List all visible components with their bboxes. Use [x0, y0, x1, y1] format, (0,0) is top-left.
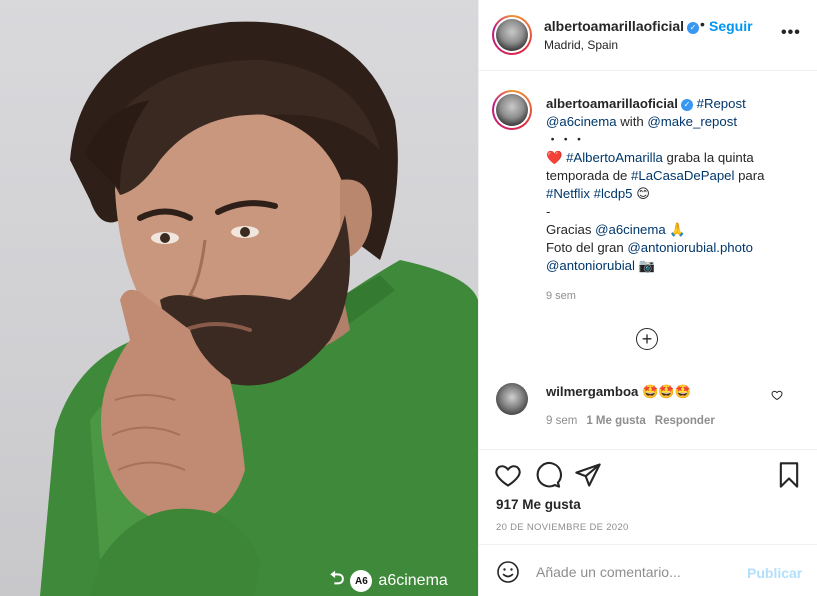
paper-plane-icon[interactable] — [574, 461, 602, 489]
hashtag-lacasadepapel[interactable]: #LaCasaDePapel — [631, 168, 734, 183]
mention-a6cinema[interactable]: @a6cinema — [546, 114, 617, 129]
hashtag-netflix[interactable]: #Netflix — [546, 186, 590, 201]
likes-count[interactable]: 917 Me gusta — [496, 497, 581, 512]
mention-antoniorubial-photo[interactable]: @antoniorubial.photo — [627, 240, 753, 255]
avatar-image — [496, 94, 528, 126]
hashtag-lcdp5[interactable]: #lcdp5 — [594, 186, 633, 201]
more-options-icon[interactable]: ••• — [781, 24, 801, 42]
caption-avatar[interactable] — [492, 90, 532, 130]
verified-badge-icon: ✓ — [687, 22, 700, 34]
photo-credit-text: Foto del gran — [546, 240, 628, 255]
mention-make-repost[interactable]: @make_repost — [647, 114, 737, 129]
hashtag-repost[interactable]: #Repost — [697, 96, 746, 111]
speech-bubble-icon[interactable] — [534, 461, 562, 489]
commenter-avatar[interactable] — [496, 383, 528, 415]
comment-timestamp[interactable]: 9 sem — [546, 415, 577, 427]
thanks-text: Gracias — [546, 222, 596, 237]
caption-text-2: para — [734, 168, 765, 183]
caption-separator: ・・・ — [546, 132, 586, 147]
smile-emoji-icon: 😊 — [636, 186, 650, 201]
comment-meta: 9 sem 1 Me gusta Responder — [546, 415, 715, 427]
author-username-line[interactable]: albertoamarillaoficial ✓ — [544, 18, 700, 34]
post-photo[interactable]: ⮌ A6 a6cinema — [0, 0, 478, 596]
caption-with-text: with — [616, 114, 648, 129]
separator-dot: • — [700, 16, 705, 32]
caption-dash: - — [546, 204, 551, 219]
add-comment-bar: Publicar — [479, 544, 817, 596]
comment-input[interactable] — [536, 561, 736, 583]
reply-button[interactable]: Responder — [655, 415, 715, 427]
comment-item: wilmergamboa 🤩🤩🤩 9 sem 1 Me gusta Respon… — [479, 378, 817, 448]
repost-icon: ⮌ — [330, 568, 345, 588]
watermark: ⮌ A6 a6cinema — [330, 568, 448, 594]
caption-timestamp[interactable]: 9 sem — [546, 290, 576, 302]
hashtag-albertoamarilla[interactable]: #AlbertoAmarilla — [566, 150, 663, 165]
comment-text-line: wilmergamboa 🤩🤩🤩 — [546, 384, 691, 400]
portrait-illustration — [40, 21, 478, 596]
follow-button[interactable]: Seguir — [709, 18, 753, 34]
author-avatar[interactable] — [492, 15, 532, 55]
pray-emoji-icon: 🙏 — [669, 222, 686, 237]
mention-a6cinema-thanks[interactable]: @a6cinema — [595, 222, 666, 237]
bookmark-icon[interactable] — [775, 461, 803, 489]
emoji-picker-icon[interactable] — [496, 560, 520, 584]
comment-likes[interactable]: 1 Me gusta — [586, 415, 645, 427]
watermark-brand: a6cinema — [378, 572, 448, 589]
plus-icon: + — [641, 329, 653, 349]
mention-antoniorubial[interactable]: @antoniorubial — [546, 258, 635, 273]
commenter-username[interactable]: wilmergamboa — [546, 384, 638, 399]
load-more-comments-button[interactable]: + — [636, 328, 658, 350]
comment-heart-icon[interactable] — [771, 389, 783, 401]
comment-body: 🤩🤩🤩 — [642, 384, 692, 399]
author-username[interactable]: albertoamarillaoficial — [544, 18, 684, 34]
verified-badge-icon: ✓ — [680, 99, 693, 111]
post-side-panel: albertoamarillaoficial ✓ • Seguir Madrid,… — [478, 0, 817, 596]
avatar-image — [496, 19, 528, 51]
post-date[interactable]: 20 DE NOVIEMBRE DE 2020 — [496, 522, 629, 533]
caption-username[interactable]: albertoamarillaoficial — [546, 96, 678, 111]
camera-emoji-icon: 📷 — [638, 258, 655, 273]
post-actions: 917 Me gusta 20 DE NOVIEMBRE DE 2020 — [479, 449, 817, 544]
publish-button[interactable]: Publicar — [747, 565, 802, 581]
post-location[interactable]: Madrid, Spain — [544, 38, 618, 52]
post-caption: albertoamarillaoficial ✓ #Repost @a6cinem… — [479, 72, 817, 378]
heart-emoji-icon: ❤️ — [546, 150, 563, 165]
a6-logo-badge: A6 — [350, 570, 373, 592]
post-header: albertoamarillaoficial ✓ • Seguir Madrid,… — [479, 0, 817, 71]
caption-text: albertoamarillaoficial ✓ #Repost @a6cinem… — [546, 95, 808, 275]
heart-outline-icon[interactable] — [494, 461, 522, 489]
